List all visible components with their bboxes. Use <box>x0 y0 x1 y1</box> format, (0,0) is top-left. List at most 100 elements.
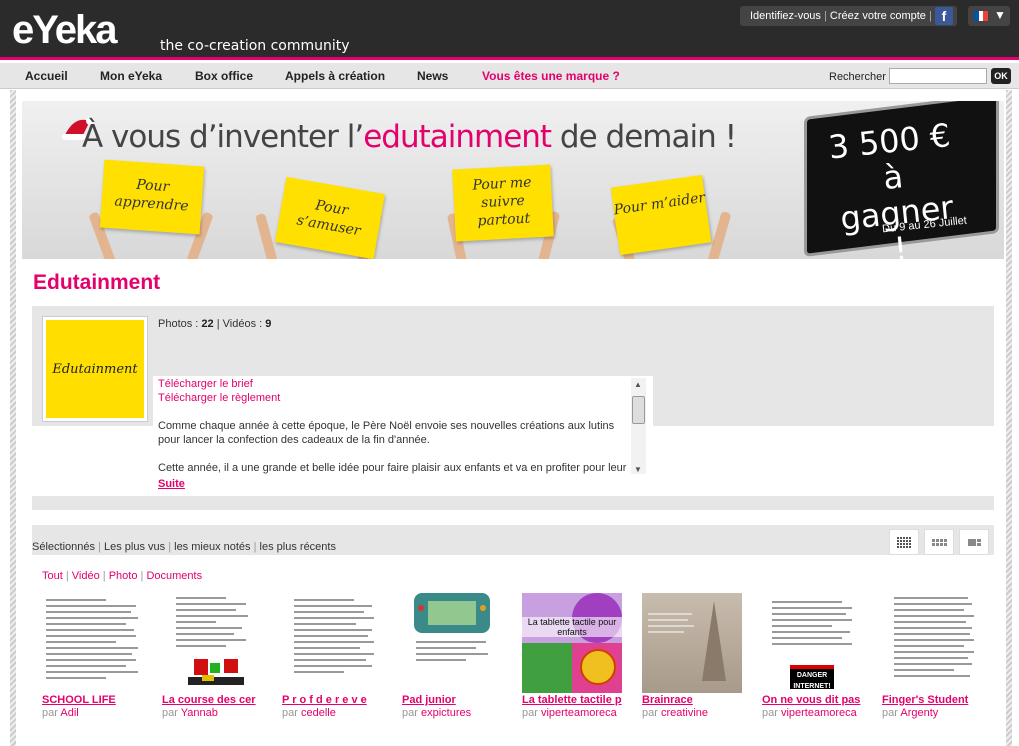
filter-separator: | <box>140 570 144 582</box>
tagline: the co-creation community <box>160 38 350 54</box>
author-link[interactable]: Adil <box>60 707 78 719</box>
scroll-down-icon[interactable]: ▼ <box>634 465 642 474</box>
small-grid-icon <box>897 536 911 548</box>
nav-item-news[interactable]: News <box>417 69 448 83</box>
eyeka-logo[interactable]: eYeka <box>12 10 117 50</box>
author-link[interactable]: expictures <box>421 707 471 719</box>
banner-sign: Pour s’amuser <box>275 176 385 259</box>
author-link[interactable]: Argenty <box>900 707 938 719</box>
filter-all[interactable]: Tout <box>42 570 63 582</box>
language-selector[interactable]: ▼ <box>968 6 1010 26</box>
item-title[interactable]: Pad junior <box>402 694 504 706</box>
item-thumbnail[interactable]: DANGER INTERNET! <box>762 593 862 693</box>
search-ok-button[interactable]: OK <box>991 68 1011 84</box>
sort-tab-recent[interactable]: les plus récents <box>260 541 336 553</box>
sort-bar: Sélectionnés | Les plus vus | les mieux … <box>32 525 994 555</box>
view-list-button[interactable] <box>959 529 989 555</box>
author-link[interactable]: viperteamoreca <box>781 707 857 719</box>
nav-item-accueil[interactable]: Accueil <box>25 69 68 83</box>
item-author: par expictures <box>402 707 471 719</box>
sort-tab-selected[interactable]: Sélectionnés <box>32 541 95 553</box>
item-author: par Adil <box>42 707 79 719</box>
nav-item-appels[interactable]: Appels à création <box>285 69 385 83</box>
search-label: Rechercher <box>829 71 886 83</box>
prize-tablet: 3 500 € à gagner ! Du 9 au 26 Juillet <box>782 101 1004 259</box>
facebook-icon[interactable]: f <box>935 7 953 25</box>
filter-documents[interactable]: Documents <box>146 570 202 582</box>
item-thumbnail[interactable] <box>402 593 502 693</box>
item-thumbnail[interactable] <box>642 593 742 693</box>
item-title[interactable]: Finger's Student <box>882 694 984 706</box>
headline-pre: À vous d’inventer l’ <box>82 119 364 155</box>
scroll-thumb[interactable] <box>632 396 645 424</box>
medium-grid-icon <box>931 538 947 546</box>
author-link[interactable]: cedelle <box>301 707 336 719</box>
banner-sign: Pour apprendre <box>99 159 205 235</box>
list-view-icon <box>967 538 981 546</box>
item-image-caption: La tablette tactile pour enfants <box>522 617 622 637</box>
danger-sign: DANGER INTERNET! <box>790 665 834 690</box>
description-scrollbar[interactable]: ▲ ▼ <box>631 378 646 474</box>
item-author: par Yannab <box>162 707 218 719</box>
download-brief-link[interactable]: Télécharger le brief <box>158 378 253 390</box>
login-link[interactable]: Identifiez-vous <box>750 10 821 22</box>
banner-headline: À vous d’inventer l’edutainment de demai… <box>82 119 737 155</box>
sort-tab-best-rated[interactable]: les mieux notés <box>174 541 250 553</box>
banner-sign: Pour m’aider <box>610 174 712 256</box>
item-title[interactable]: La tablette tactile p <box>522 694 624 706</box>
by-label: par <box>402 707 418 719</box>
chevron-down-icon: ▼ <box>994 8 1006 22</box>
item-author: par viperteamoreca <box>522 707 617 719</box>
sort-tab-most-viewed[interactable]: Les plus vus <box>104 541 165 553</box>
item-title[interactable]: On ne vous dit pas <box>762 694 864 706</box>
author-link[interactable]: Yannab <box>181 707 218 719</box>
item-thumbnail[interactable] <box>42 593 142 693</box>
contest-thumbnail: Edutainment <box>42 316 148 422</box>
more-link[interactable]: Suite <box>158 478 185 490</box>
filter-photo[interactable]: Photo <box>109 570 138 582</box>
item-author: par viperteamoreca <box>762 707 857 719</box>
login-separator: | <box>824 10 827 22</box>
nav-item-mon-eyeka[interactable]: Mon eYeka <box>100 69 162 83</box>
author-link[interactable]: creativine <box>661 707 708 719</box>
nav-item-brand[interactable]: Vous êtes une marque ? <box>482 69 620 83</box>
photos-count: 22 <box>201 318 214 330</box>
view-small-grid-button[interactable] <box>889 529 919 555</box>
scroll-up-icon[interactable]: ▲ <box>634 380 642 389</box>
nav-item-box-office[interactable]: Box office <box>195 69 253 83</box>
author-link[interactable]: viperteamoreca <box>541 707 617 719</box>
signup-link[interactable]: Créez votre compte <box>830 10 926 22</box>
item-title[interactable]: La course des cer <box>162 694 264 706</box>
sort-tabs: Sélectionnés | Les plus vus | les mieux … <box>32 541 336 553</box>
main-nav: Accueil Mon eYeka Box office Appels à cr… <box>0 63 1019 89</box>
filter-separator: | <box>102 570 106 582</box>
item-thumbnail[interactable] <box>162 593 262 693</box>
by-label: par <box>882 707 898 719</box>
contest-banner[interactable]: À vous d’inventer l’edutainment de demai… <box>22 101 1004 259</box>
by-label: par <box>642 707 658 719</box>
by-label: par <box>162 707 178 719</box>
item-thumbnail[interactable] <box>282 593 382 693</box>
download-rules-link[interactable]: Télécharger le règlement <box>158 392 280 404</box>
filter-video[interactable]: Vidéo <box>72 570 100 582</box>
item-thumbnail[interactable]: La tablette tactile pour enfants <box>522 593 622 693</box>
item-author: par Argenty <box>882 707 938 719</box>
top-header: eYeka the co-creation community Identifi… <box>0 0 1019 60</box>
view-medium-grid-button[interactable] <box>924 529 954 555</box>
sort-separator: | <box>253 541 257 553</box>
filter-separator: | <box>65 570 69 582</box>
item-author: par cedelle <box>282 707 336 719</box>
headline-post: de demain ! <box>551 119 737 155</box>
media-filters: Tout | Vidéo | Photo | Documents <box>42 570 202 582</box>
search-input[interactable] <box>889 68 987 84</box>
item-title[interactable]: Brainrace <box>642 694 744 706</box>
videos-count: 9 <box>265 318 272 330</box>
item-title[interactable]: SCHOOL LIFE <box>42 694 144 706</box>
page-frame-right <box>1006 90 1012 746</box>
by-label: par <box>522 707 538 719</box>
by-label: par <box>282 707 298 719</box>
item-title[interactable]: P r o f d e r e v e <box>282 694 384 706</box>
french-flag-icon <box>974 11 989 21</box>
item-thumbnail[interactable] <box>882 593 982 693</box>
description-paragraph: Comme chaque année à cette époque, le Pè… <box>158 420 615 446</box>
